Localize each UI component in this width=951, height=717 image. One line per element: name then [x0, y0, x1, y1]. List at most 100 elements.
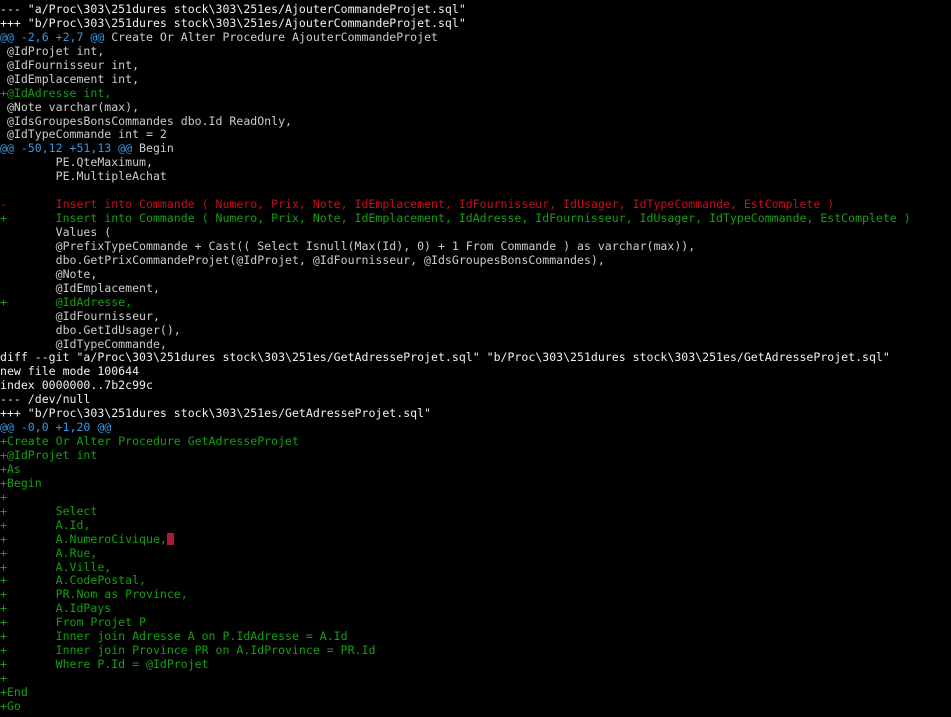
diff-line-context: @IdEmplacement int,	[0, 73, 951, 87]
diff-text-segment: + PR.Nom as Province,	[0, 588, 188, 602]
diff-text-segment: +@IdAdresse int,	[0, 86, 112, 100]
diff-text-segment: @IdTypeCommande,	[0, 337, 167, 351]
diff-text-segment: + Where P.Id = @IdProjet	[0, 658, 209, 672]
diff-line-added: + PR.Nom as Province,	[0, 588, 951, 602]
diff-line-context: dbo.GetIdUsager(),	[0, 324, 951, 338]
diff-line-context: @IdEmplacement,	[0, 282, 951, 296]
diff-text-segment: PE.QteMaximum,	[0, 156, 153, 170]
diff-text-segment: --- /dev/null	[0, 393, 91, 407]
diff-text-segment: PE.MultipleAchat	[0, 170, 167, 184]
diff-text-segment: @IdProjet int,	[0, 44, 105, 58]
diff-line-added: + Where P.Id = @IdProjet	[0, 658, 951, 672]
diff-text-segment: Values (	[0, 226, 112, 239]
diff-text-segment: +@IdProjet int	[0, 449, 98, 462]
diff-line-header: +++ "b/Proc\303\251dures stock\303\251es…	[0, 17, 951, 31]
diff-text-segment: @IdsGroupesBonsCommandes dbo.Id ReadOnly…	[0, 114, 292, 128]
diff-line-added: +@IdAdresse int,	[0, 87, 951, 101]
diff-text-segment: Begin	[132, 142, 174, 156]
diff-line-added: +Go	[0, 700, 951, 714]
diff-text-segment: +	[0, 490, 7, 504]
diff-text-segment: + @IdAdresse,	[0, 295, 133, 309]
diff-text-segment: +Go	[0, 699, 21, 713]
diff-line-added: + @IdAdresse,	[0, 296, 951, 310]
diff-text-segment: @@ -0,0 +1,20 @@	[0, 421, 112, 435]
diff-text-segment: + A.IdPays	[0, 602, 112, 616]
diff-line-added: +@IdProjet int	[0, 449, 951, 463]
diff-text-segment: @IdFournisseur int,	[0, 58, 140, 72]
diff-line-context: @IdsGroupesBonsCommandes dbo.Id ReadOnly…	[0, 115, 951, 129]
diff-text-segment: + A.Ville,	[0, 560, 112, 574]
diff-text-segment: diff --git "a/Proc\303\251dures stock\30…	[0, 351, 890, 365]
diff-line-context: Values (	[0, 226, 951, 240]
diff-text-segment: @PrefixTypeCommande + Cast(( Select Isnu…	[0, 239, 696, 253]
diff-text-segment: dbo.GetPrixCommandeProjet(@IdProjet, @Id…	[0, 253, 605, 267]
diff-text-segment: +++ "b/Proc\303\251dures stock\303\251es…	[0, 407, 432, 421]
diff-line-added: +	[0, 672, 951, 686]
diff-line-header: +++ "b/Proc\303\251dures stock\303\251es…	[0, 407, 951, 421]
diff-text-segment: + Inner join Province PR on A.IdProvince…	[0, 644, 376, 658]
diff-text-segment: @IdEmplacement int,	[0, 72, 140, 86]
diff-line-added: + A.Id,	[0, 519, 951, 533]
diff-text-segment: + From Projet P	[0, 616, 146, 630]
diff-text-segment: + Insert into Commande ( Numero, Prix, N…	[0, 212, 911, 226]
diff-line-header: diff --git "a/Proc\303\251dures stock\30…	[0, 351, 951, 365]
diff-line-context: @PrefixTypeCommande + Cast(( Select Isnu…	[0, 240, 951, 254]
diff-line-header: new file mode 100644	[0, 365, 951, 379]
diff-text-segment: +++ "b/Proc\303\251dures stock\303\251es…	[0, 16, 466, 30]
diff-line-context: @IdTypeCommande,	[0, 338, 951, 352]
diff-line-added: + Select	[0, 505, 951, 519]
diff-text-segment: +	[0, 672, 7, 685]
diff-line-added: + A.CodePostal,	[0, 574, 951, 588]
diff-line-added: + Inner join Province PR on A.IdProvince…	[0, 644, 951, 658]
diff-line-added: +	[0, 491, 951, 505]
diff-line-context	[0, 184, 951, 198]
diff-line-context: dbo.GetPrixCommandeProjet(@IdProjet, @Id…	[0, 254, 951, 268]
diff-text-segment: + Inner join Adresse A on P.IdAdresse = …	[0, 630, 348, 644]
diff-text-segment: @IdTypeCommande int = 2	[0, 128, 167, 142]
diff-text-segment: + A.CodePostal,	[0, 574, 146, 588]
diff-line-header: --- /dev/null	[0, 393, 951, 407]
diff-line-hunk: @@ -0,0 +1,20 @@	[0, 421, 951, 435]
diff-text-segment: @Note,	[0, 267, 98, 281]
diff-line-added: + A.IdPays	[0, 602, 951, 616]
diff-line-header: --- "a/Proc\303\251dures stock\303\251es…	[0, 3, 951, 17]
diff-line-hunk: @@ -2,6 +2,7 @@ Create Or Alter Procedur…	[0, 31, 951, 45]
diff-line-context: @IdFournisseur int,	[0, 59, 951, 73]
diff-line-hunk: @@ -50,12 +51,13 @@ Begin	[0, 142, 951, 156]
diff-line-added: + Inner join Adresse A on P.IdAdresse = …	[0, 630, 951, 644]
diff-line-removed: - Insert into Commande ( Numero, Prix, N…	[0, 198, 951, 212]
diff-text-segment: +Create Or Alter Procedure GetAdressePro…	[0, 435, 299, 449]
diff-text-segment: --- "a/Proc\303\251dures stock\303\251es…	[0, 3, 466, 16]
diff-text-segment: +Begin	[0, 476, 42, 490]
diff-line-context: PE.QteMaximum,	[0, 156, 951, 170]
diff-text-segment: @IdEmplacement,	[0, 281, 160, 295]
diff-text-segment: dbo.GetIdUsager(),	[0, 323, 181, 337]
diff-line-context: @Note varchar(max),	[0, 101, 951, 115]
diff-text-segment: + A.Rue,	[0, 546, 98, 560]
diff-text-segment: index 0000000..7b2c99c	[0, 379, 153, 393]
diff-line-context: PE.MultipleAchat	[0, 170, 951, 184]
diff-text-segment: @@ -50,12 +51,13 @@	[0, 142, 133, 156]
diff-line-added: + A.Ville,	[0, 561, 951, 575]
diff-line-added: + A.NumeroCivique,	[0, 532, 951, 547]
terminal-output[interactable]: --- "a/Proc\303\251dures stock\303\251es…	[0, 3, 951, 717]
diff-line-header: index 0000000..7b2c99c	[0, 379, 951, 393]
diff-text-segment: +End	[0, 685, 28, 699]
text-cursor	[166, 532, 174, 545]
diff-text-segment: + A.Id,	[0, 518, 91, 532]
diff-line-added: +End	[0, 686, 951, 700]
diff-text-segment: Create Or Alter Procedure AjouterCommand…	[104, 30, 438, 44]
diff-line-context: @IdFournisseur,	[0, 310, 951, 324]
diff-line-added: + From Projet P	[0, 616, 951, 630]
diff-text-segment: @Note varchar(max),	[0, 100, 140, 114]
diff-line-added: + Insert into Commande ( Numero, Prix, N…	[0, 212, 951, 226]
diff-line-context: @IdProjet int,	[0, 45, 951, 59]
diff-line-context: @IdTypeCommande int = 2	[0, 128, 951, 142]
diff-line-added: +Create Or Alter Procedure GetAdressePro…	[0, 435, 951, 449]
diff-line-added: +Begin	[0, 477, 951, 491]
diff-text-segment: new file mode 100644	[0, 365, 140, 379]
diff-text-segment: @IdFournisseur,	[0, 309, 160, 323]
diff-line-context: @Note,	[0, 268, 951, 282]
diff-line-added: +As	[0, 463, 951, 477]
diff-text-segment: - Insert into Commande ( Numero, Prix, N…	[0, 198, 835, 212]
